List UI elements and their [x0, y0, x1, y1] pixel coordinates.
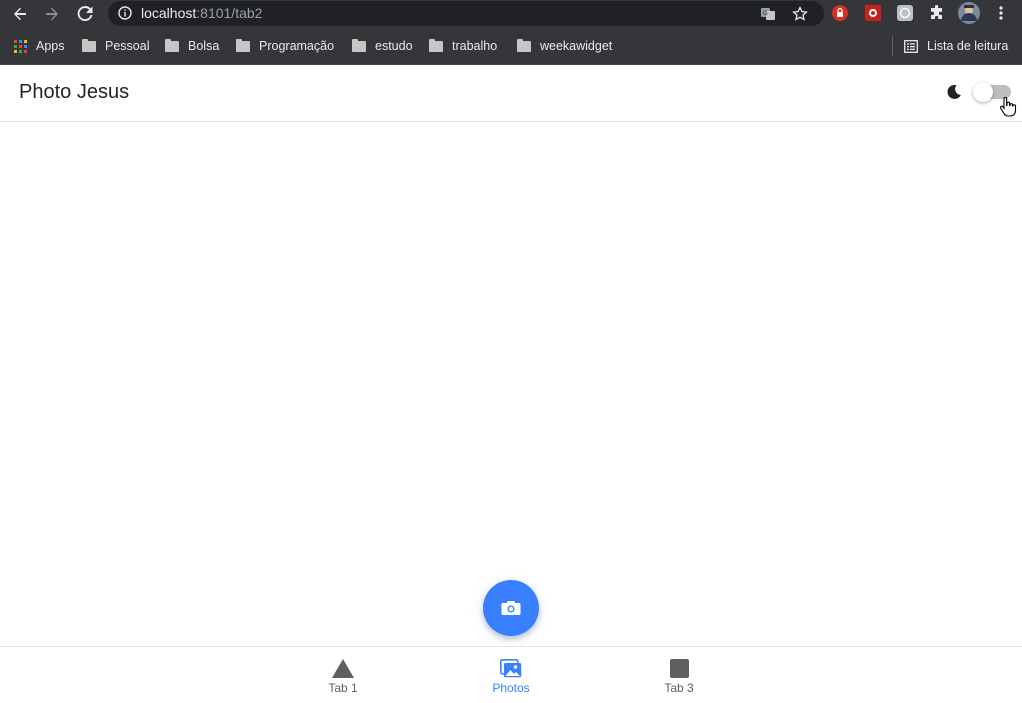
- folder-icon: [429, 38, 443, 52]
- address-bar[interactable]: localhost:8101/tab2 G: [108, 1, 824, 26]
- triangle-icon: [332, 658, 354, 678]
- folder-icon: [517, 38, 531, 52]
- browser-toolbar: localhost:8101/tab2 G: [0, 0, 1022, 27]
- app-header: Photo Jesus: [0, 65, 1022, 122]
- bookmark-folder-pessoal[interactable]: Pessoal: [82, 38, 149, 54]
- password-extension-icon[interactable]: [831, 4, 849, 22]
- square-icon: [669, 658, 689, 678]
- toggle-knob: [973, 82, 993, 102]
- url-path: :8101/tab2: [196, 5, 263, 21]
- bookmark-star-icon[interactable]: [791, 5, 809, 23]
- url-text: localhost:8101/tab2: [141, 5, 262, 21]
- images-icon: [500, 658, 522, 678]
- profile-avatar[interactable]: [958, 2, 980, 24]
- bookmark-folder-bolsa[interactable]: Bolsa: [165, 38, 219, 54]
- bookmark-label: estudo: [375, 39, 413, 53]
- bookmark-label: Pessoal: [105, 39, 150, 53]
- reading-list-button[interactable]: Lista de leitura: [904, 38, 1008, 54]
- bookmark-label: Programação: [259, 39, 335, 53]
- bookmark-label: Apps: [36, 39, 65, 53]
- moon-icon: [946, 84, 962, 105]
- page-content: [0, 122, 1022, 646]
- extension-red-icon[interactable]: [864, 4, 882, 22]
- tab-bar: Tab 1 Photos Tab 3: [0, 646, 1022, 703]
- bookmark-folder-trabalho[interactable]: trabalho: [429, 38, 497, 54]
- browser-menu-icon[interactable]: [992, 4, 1010, 22]
- camera-icon: [501, 600, 521, 616]
- back-icon[interactable]: [9, 3, 31, 25]
- bookmarks-divider: [892, 36, 893, 56]
- extensions-puzzle-icon[interactable]: [928, 4, 946, 22]
- tab-photos[interactable]: Photos: [451, 647, 571, 703]
- forward-icon[interactable]: [41, 3, 63, 25]
- tab-label: Tab 3: [664, 681, 694, 695]
- tab-tab1[interactable]: Tab 1: [283, 647, 403, 703]
- take-photo-button[interactable]: [483, 580, 539, 636]
- extension-gray-icon[interactable]: [896, 4, 914, 22]
- hand-cursor-icon: [999, 96, 1017, 122]
- url-host: localhost: [141, 5, 197, 21]
- site-info-icon[interactable]: [118, 6, 132, 25]
- folder-icon: [352, 38, 366, 52]
- bookmark-apps[interactable]: Apps: [14, 38, 65, 54]
- bookmarks-bar: Apps Pessoal Bolsa Programação estudo tr…: [0, 27, 1022, 65]
- reading-list-icon: [904, 39, 918, 53]
- bookmark-folder-programacao[interactable]: Programação: [236, 38, 334, 54]
- folder-icon: [236, 38, 250, 52]
- bookmark-folder-weekawidget[interactable]: weekawidget: [517, 38, 612, 54]
- folder-icon: [165, 38, 179, 52]
- bookmark-label: trabalho: [452, 39, 498, 53]
- reading-list-label: Lista de leitura: [927, 39, 1009, 53]
- bookmark-label: Bolsa: [188, 39, 220, 53]
- apps-grid-icon: [14, 39, 27, 53]
- tab-label: Photos: [492, 681, 530, 695]
- translate-icon[interactable]: G: [759, 5, 777, 23]
- tab-tab3[interactable]: Tab 3: [619, 647, 739, 703]
- bookmark-folder-estudo[interactable]: estudo: [352, 38, 413, 54]
- bookmark-label: weekawidget: [540, 39, 613, 53]
- page-title: Photo Jesus: [19, 81, 130, 103]
- tab-label: Tab 1: [328, 681, 358, 695]
- reload-icon[interactable]: [74, 3, 96, 25]
- folder-icon: [82, 38, 96, 52]
- svg-text:G: G: [763, 10, 768, 17]
